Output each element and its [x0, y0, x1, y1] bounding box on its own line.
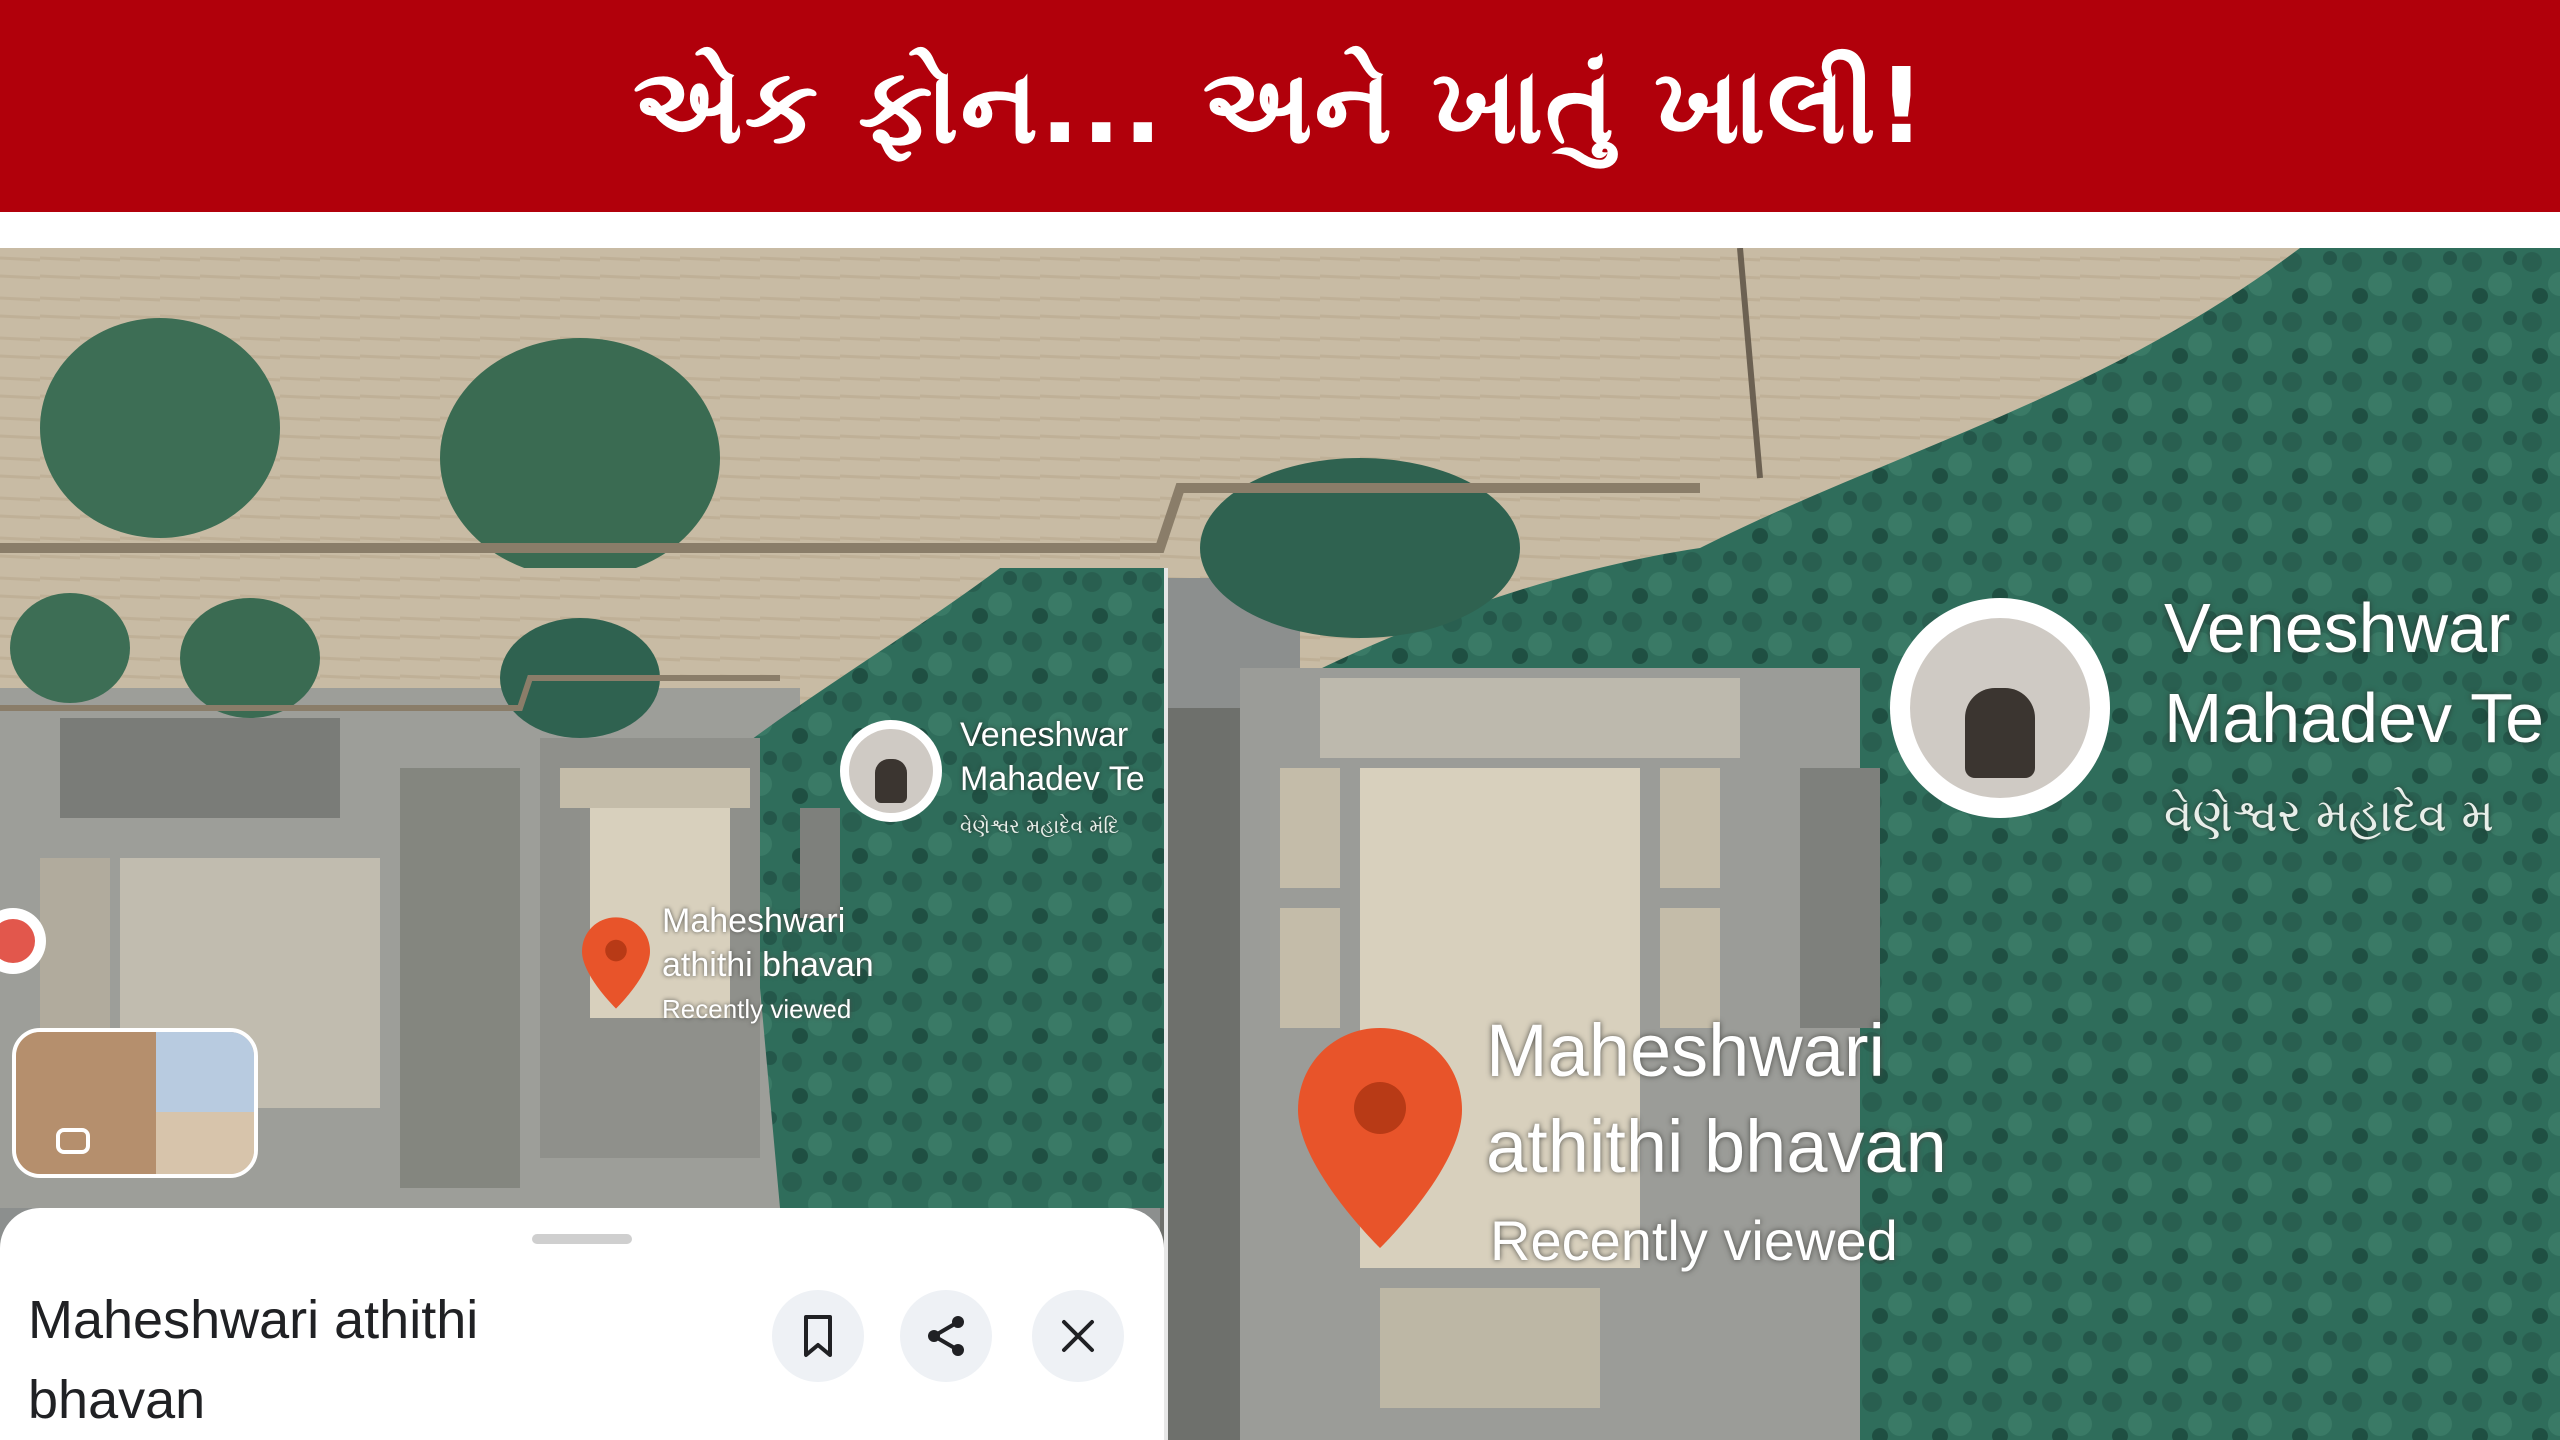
location-pin-icon[interactable] [1298, 1028, 1462, 1248]
temple-photo-icon [1910, 618, 2090, 798]
place-name-line2: athithi bhavan [662, 946, 874, 984]
share-icon [928, 1316, 964, 1356]
headline-banner: એક ફોન... અને ખાતું ખાલી! [0, 0, 2560, 212]
place-name-line2: athithi bhavan [1486, 1105, 1947, 1188]
place-title-line2: bhavan [28, 1370, 206, 1430]
place-name-line1: Maheshwari [1486, 1009, 1885, 1092]
banner-gap [0, 212, 2560, 248]
close-icon [1062, 1320, 1094, 1352]
temple-name-line2: Mahadev Te [2164, 679, 2545, 757]
place-name-line1: Maheshwari [662, 902, 846, 940]
save-button[interactable] [772, 1290, 864, 1382]
location-pin-icon[interactable] [582, 916, 650, 1010]
headline-title: એક ફોન... અને ખાતું ખાલી! [632, 44, 1928, 167]
phone-map-inset: Veneshwar Mahadev Te વેણેશ્વર મહાદેવ મંદ… [0, 568, 1168, 1440]
street-view-icon [56, 1128, 90, 1154]
place-status: Recently viewed [1490, 1209, 1898, 1272]
bookmark-icon [804, 1315, 832, 1357]
place-title-line1: Maheshwari athithi [28, 1290, 479, 1350]
place-title: Maheshwari athithi bhavan [28, 1280, 588, 1440]
temple-photo-icon [849, 729, 933, 813]
sheet-drag-handle[interactable] [532, 1234, 632, 1244]
satellite-map-inset[interactable]: Veneshwar Mahadev Te વેણેશ્વર મહાદેવ મંદ… [0, 568, 1164, 1208]
temple-name-line1: Veneshwar [2164, 589, 2511, 667]
place-bottom-sheet[interactable]: Maheshwari athithi bhavan [0, 1208, 1164, 1440]
temple-local-name: વેણેશ્વર મહાદેવ મ [2164, 788, 2494, 842]
share-button[interactable] [900, 1290, 992, 1382]
temple-name-line1: Veneshwar [960, 716, 1129, 754]
temple-name-line2: Mahadev Te [960, 760, 1145, 798]
street-view-thumbnail[interactable] [12, 1028, 258, 1178]
temple-marker[interactable] [1890, 598, 2110, 818]
temple-local-name: વેણેશ્વર મહાદેવ મંદિ [960, 814, 1120, 838]
close-button[interactable] [1032, 1290, 1124, 1382]
place-status: Recently viewed [662, 994, 852, 1024]
temple-marker[interactable] [840, 720, 942, 822]
